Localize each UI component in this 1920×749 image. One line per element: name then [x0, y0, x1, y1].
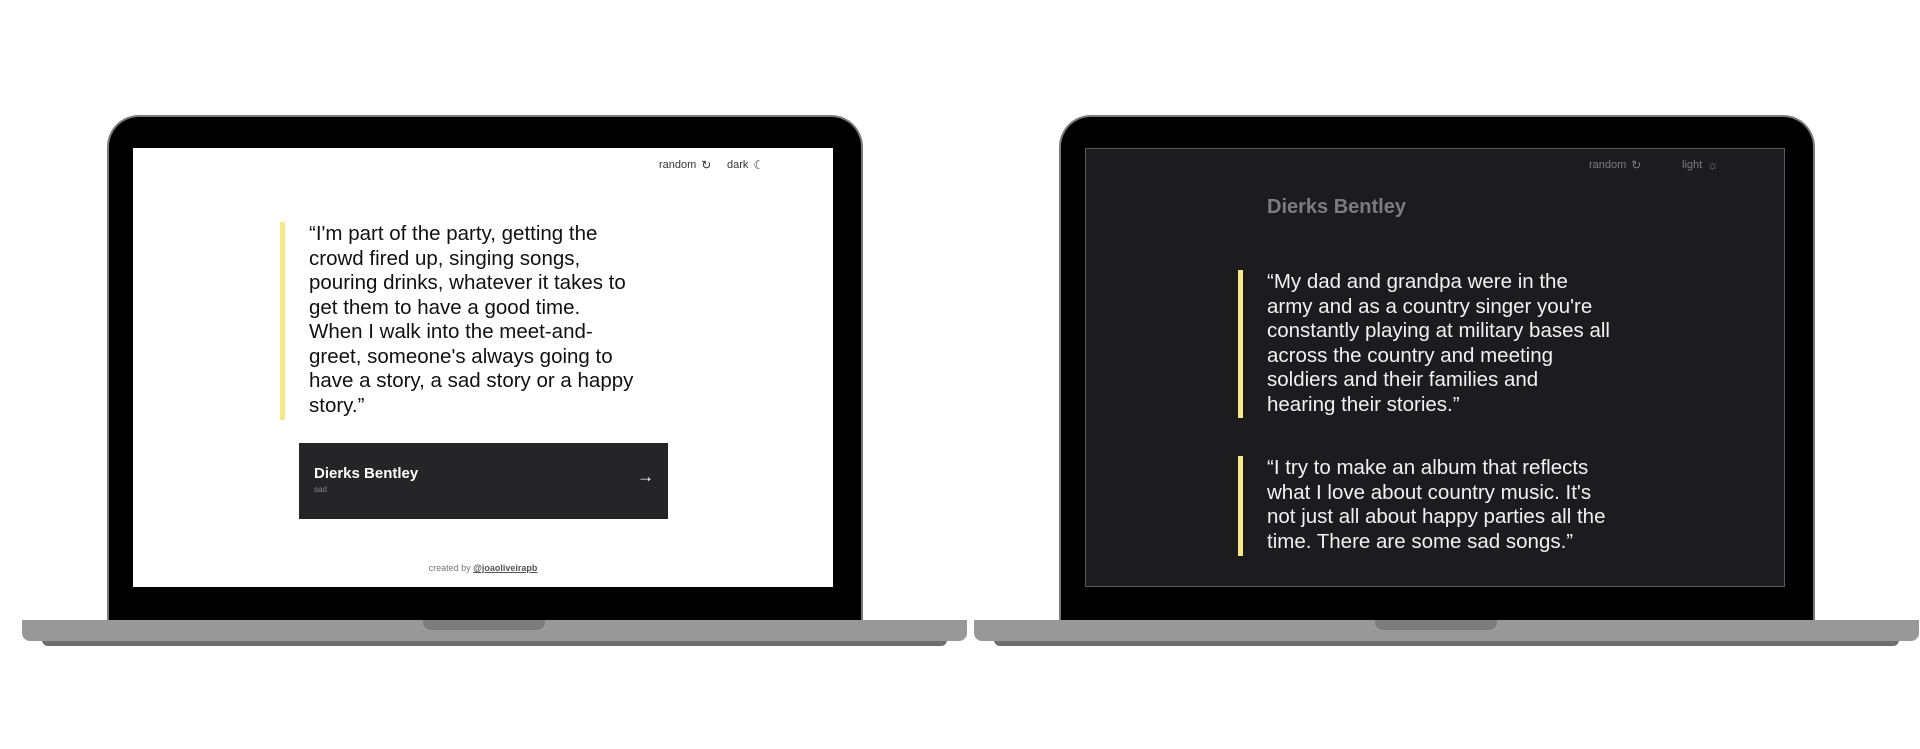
quote-block: “I'm part of the party, getting the crow… [280, 222, 640, 420]
mode-label: dark [727, 159, 749, 171]
dark-mode-toggle[interactable]: dark ☾ [727, 159, 764, 171]
laptop-notch [1375, 620, 1497, 630]
author-card[interactable]: Dierks Bentley sad → [299, 443, 668, 519]
random-button[interactable]: random ↻ [659, 159, 711, 171]
quote-block: “I try to make an album that reflects wh… [1238, 456, 1605, 556]
random-button[interactable]: random ↻ [1589, 159, 1641, 171]
footer: created by @joaoliveirapb [133, 563, 833, 573]
refresh-icon: ↻ [1631, 158, 1642, 172]
quote-text: “I'm part of the party, getting the crow… [309, 222, 634, 417]
quote-text: “I try to make an album that reflects wh… [1267, 456, 1606, 553]
laptop-notch [423, 620, 545, 630]
footer-prefix: created by [428, 563, 471, 573]
quote-text: “My dad and grandpa were in the army and… [1267, 270, 1610, 416]
laptop-light: random ↻ dark ☾ “I'm part of the party, … [22, 0, 967, 650]
random-label: random [659, 159, 697, 171]
arrow-right-icon: → [637, 467, 654, 486]
random-label: random [1589, 159, 1627, 171]
author-heading: Dierks Bentley [1267, 196, 1406, 218]
author-name: Dierks Bentley [314, 465, 419, 482]
moon-icon: ☾ [753, 158, 765, 172]
screen-dark: random ↻ light ☼ Dierks Bentley “My dad … [1085, 148, 1785, 587]
quote-accent-bar [280, 222, 285, 420]
screen-light: random ↻ dark ☾ “I'm part of the party, … [133, 148, 833, 587]
author-tag: sad [314, 485, 327, 494]
quote-accent-bar [1238, 456, 1243, 556]
mode-label: light [1682, 159, 1703, 171]
sun-icon: ☼ [1707, 158, 1719, 172]
top-nav: random ↻ dark ☾ [133, 159, 833, 179]
light-mode-toggle[interactable]: light ☼ [1682, 159, 1718, 171]
footer-handle-link[interactable]: @joaoliveirapb [473, 563, 537, 573]
laptop-dark: random ↻ light ☼ Dierks Bentley “My dad … [974, 0, 1919, 650]
quote-block: “My dad and grandpa were in the army and… [1238, 270, 1610, 418]
quote-accent-bar [1238, 270, 1243, 418]
top-nav: random ↻ light ☼ [1085, 159, 1785, 179]
refresh-icon: ↻ [701, 158, 712, 172]
